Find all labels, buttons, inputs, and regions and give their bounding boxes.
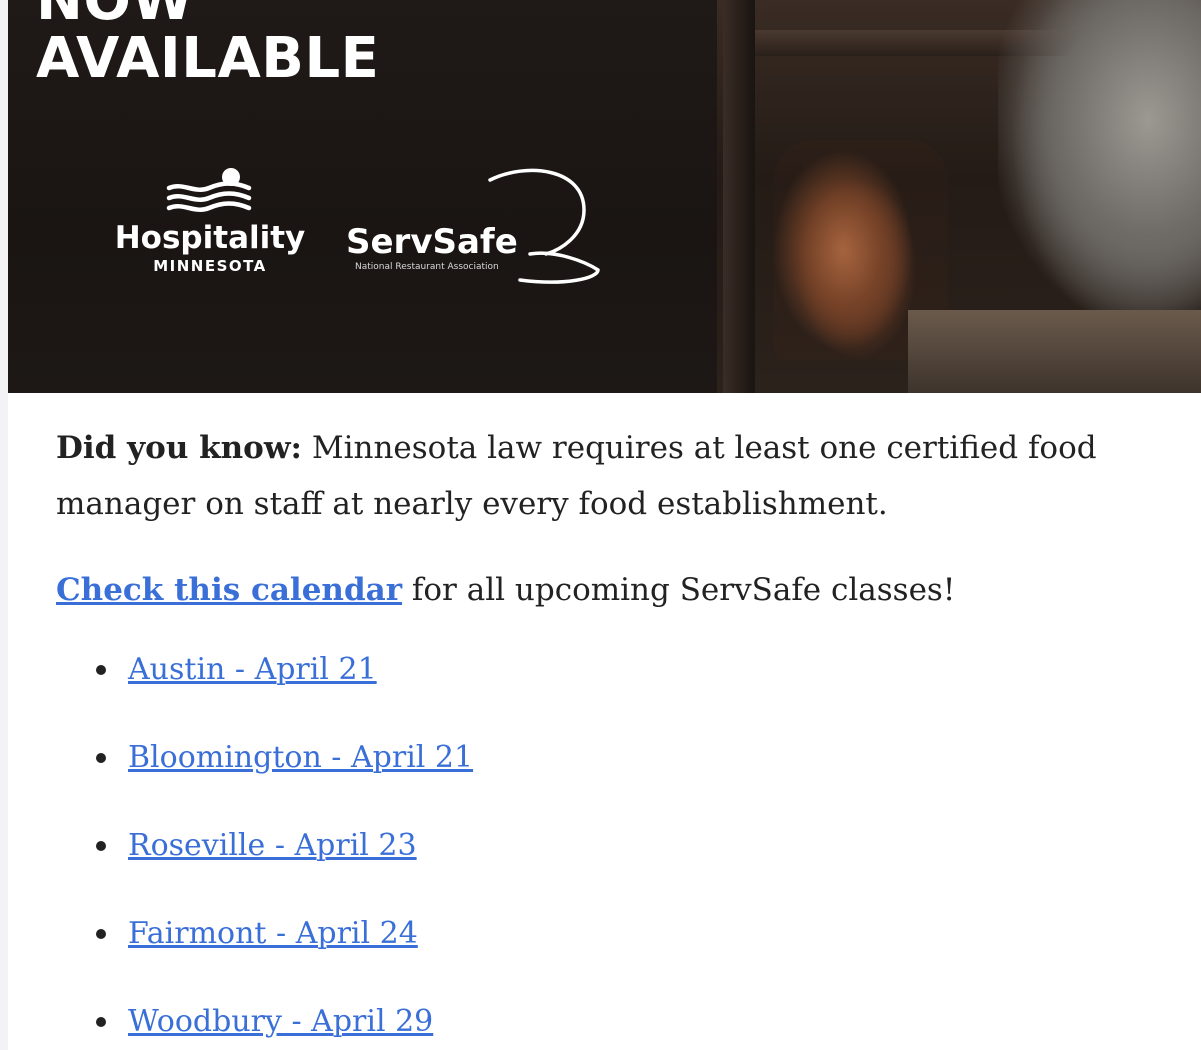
hero-banner[interactable]: NOW AVAILABLE Hospitality MINNESOTA Serv… — [8, 0, 1201, 393]
list-item: Bloomington - April 21 — [96, 730, 1156, 818]
calendar-paragraph: Check this calendar for all upcoming Ser… — [56, 562, 1156, 618]
bullet-icon — [96, 1017, 106, 1027]
email-card: NOW AVAILABLE Hospitality MINNESOTA Serv… — [8, 0, 1201, 1050]
hospitality-logo-sub: MINNESOTA — [153, 257, 267, 275]
class-link-roseville[interactable]: Roseville - April 23 — [128, 828, 417, 863]
servsafe-logo: ServSafe National Restaurant Association — [346, 166, 616, 288]
list-item: Woodbury - April 29 — [96, 994, 1156, 1050]
class-link-woodbury[interactable]: Woodbury - April 29 — [128, 1004, 433, 1039]
list-item: Austin - April 21 — [96, 642, 1156, 730]
hospitality-logo-name: Hospitality — [114, 220, 306, 256]
photo-post — [723, 0, 755, 393]
class-link-fairmont[interactable]: Fairmont - April 24 — [128, 916, 418, 951]
banner-headline: NOW AVAILABLE — [36, 0, 379, 88]
servsafe-logo-sub: National Restaurant Association — [355, 262, 499, 272]
waves-icon — [166, 168, 252, 212]
calendar-link[interactable]: Check this calendar — [56, 572, 402, 608]
calendar-text: for all upcoming ServSafe classes! — [402, 572, 956, 608]
class-list: Austin - April 21 Bloomington - April 21… — [56, 642, 1156, 1050]
headline-line-2: AVAILABLE — [36, 26, 380, 91]
list-item: Fairmont - April 24 — [96, 906, 1156, 994]
hospitality-minnesota-logo: Hospitality MINNESOTA — [108, 168, 312, 283]
list-item: Roseville - April 23 — [96, 818, 1156, 906]
intro-bold: Did you know: — [56, 430, 302, 466]
intro-paragraph: Did you know: Minnesota law requires at … — [56, 420, 1156, 532]
class-link-austin[interactable]: Austin - April 21 — [128, 652, 377, 687]
servsafe-logo-name: ServSafe — [346, 222, 518, 262]
bullet-icon — [96, 929, 106, 939]
bullet-icon — [96, 841, 106, 851]
class-link-bloomington[interactable]: Bloomington - April 21 — [128, 740, 473, 775]
bullet-icon — [96, 665, 106, 675]
email-body: Did you know: Minnesota law requires at … — [56, 420, 1156, 1050]
bullet-icon — [96, 753, 106, 763]
photo-counter — [908, 310, 1201, 393]
photo-chef-sleeve — [998, 0, 1201, 320]
